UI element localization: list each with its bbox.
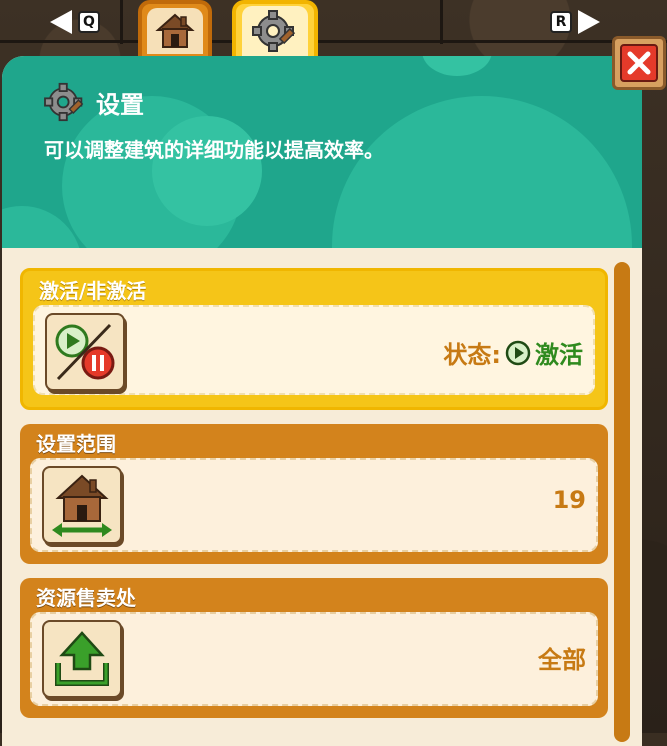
card-title: 资源售卖处 (36, 586, 136, 610)
background-line (120, 0, 123, 44)
prev-tab-button[interactable]: Q (50, 8, 100, 36)
arrow-right-icon (578, 10, 600, 34)
header-decor (332, 96, 632, 248)
play-icon (505, 340, 531, 365)
play-pause-icon (55, 323, 115, 381)
panel-title-text: 设置 (96, 90, 144, 119)
range-value: 19 (552, 486, 586, 514)
gear-icon (44, 82, 84, 122)
activation-toggle-button[interactable] (45, 313, 125, 391)
upload-icon (55, 631, 109, 686)
prev-key-hint: Q (78, 11, 100, 33)
card-body: 状态: 激活 (33, 305, 595, 395)
panel-description: 可以调整建筑的详细功能以提高效率。 (44, 138, 384, 162)
header-decor (422, 56, 492, 76)
card-body: 全部 (30, 612, 598, 706)
card-title: 激活/非激活 (39, 279, 147, 303)
range-setting-button[interactable] (42, 466, 122, 544)
card-body: 19 (30, 458, 598, 552)
header-decor (152, 116, 262, 226)
card-resource-market[interactable]: 资源售卖处 全部 (20, 578, 608, 718)
next-tab-button[interactable]: R (550, 8, 600, 36)
next-key-hint: R (550, 11, 572, 33)
panel-title: 设置 (44, 82, 144, 122)
tab-settings[interactable] (232, 0, 318, 62)
card-range[interactable]: 设置范围 19 (20, 424, 608, 564)
close-button[interactable] (612, 36, 666, 90)
card-activation[interactable]: 激活/非激活 状态: 激活 (20, 268, 608, 410)
background-line (440, 0, 443, 44)
status-line: 状态: 激活 (443, 335, 583, 370)
close-icon (627, 51, 651, 75)
background-line (0, 40, 667, 43)
resource-market-value: 全部 (538, 646, 586, 674)
status-value: 激活 (535, 341, 583, 369)
scrollbar[interactable] (614, 262, 630, 742)
arrow-left-icon (50, 10, 72, 34)
gear-icon (252, 10, 296, 52)
house-range-icon (52, 474, 112, 537)
tab-building[interactable] (138, 0, 212, 62)
panel-header: 设置 可以调整建筑的详细功能以提高效率。 (2, 56, 642, 248)
card-title: 设置范围 (36, 432, 116, 456)
status-label: 状态: (443, 341, 501, 369)
house-icon (155, 13, 195, 48)
resource-market-button[interactable] (42, 620, 122, 698)
